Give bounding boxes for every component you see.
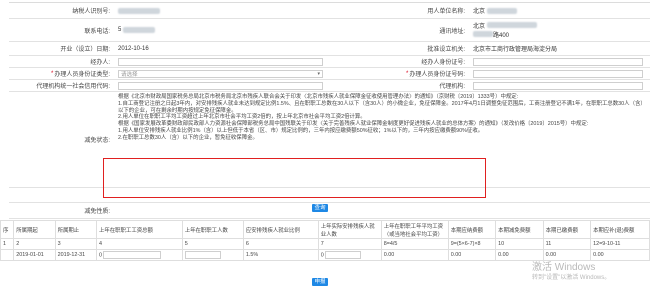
redacted-value — [473, 31, 493, 37]
taxpayer-id-value — [114, 3, 334, 18]
founded-label: 开业（设立）日期: — [60, 47, 110, 53]
phone-value: 5 — [114, 19, 334, 41]
handler-input[interactable] — [118, 57, 323, 66]
redacted-value — [487, 22, 538, 28]
agent-org-input[interactable] — [473, 81, 643, 90]
table-header: 应安排残疾人就业比例 — [242, 220, 319, 239]
form-row-handler: 经办人: 经办人身份证号: — [9, 56, 650, 68]
windows-activation-watermark: 激活 Windows 转到"设置"以激活 Windows。 — [532, 262, 611, 281]
address-label: 通讯地址: — [439, 28, 465, 35]
phone-label: 联系电话: — [84, 28, 110, 35]
table-header: 所属期止 — [54, 220, 97, 239]
table-header: 所属期起 — [13, 220, 56, 239]
chevron-down-icon: ▾ — [317, 70, 320, 77]
agent-credit-input[interactable] — [118, 81, 323, 90]
user-unit-name-value: 北京 — [469, 3, 650, 18]
approver-label: 批准设立机关: — [427, 47, 465, 53]
disabled-employee-input[interactable] — [325, 251, 362, 259]
highlight-box — [103, 158, 486, 198]
form-row-taxpayer-id: 纳税人识别号: 用人单位名称: 北京 — [9, 3, 650, 19]
redacted-value — [123, 27, 156, 33]
fee-table: 序 所属期起 所属期止 上年在职职工工资总额 上年在职职工人数 应安排残疾人就业… — [0, 220, 650, 261]
form-row-founded: 开业（设立）日期: 2012-10-16 批准设立机关: 北京市工商行政管理局海… — [9, 42, 650, 56]
table-header: 上年实际安排残疾人就业人数 — [317, 220, 382, 239]
redacted-value — [118, 7, 160, 14]
user-unit-name-label: 用人单位名称: — [427, 9, 465, 15]
reduction-nature-value — [114, 203, 650, 218]
handler-id-number-label: 办理人员身份证号码: — [334, 68, 469, 79]
table-header: 本期减免费额 — [495, 220, 544, 239]
table-header: 本期应补(退)费额 — [590, 220, 650, 239]
handler-id-type-select[interactable]: 请选择 ▾ — [118, 69, 323, 78]
period-end-cell: 2019-12-31 — [54, 249, 97, 261]
form-row-reduction-nature: 减免性质: — [9, 203, 650, 219]
reduction-status-label: 减免状态: — [84, 138, 110, 144]
query-button[interactable]: 查询 — [312, 204, 328, 212]
taxpayer-id-label: 纳税人识别号: — [72, 9, 110, 15]
reduction-policy-text: 根据《北京市财政局国家税务总局北京市税务局北京市残疾人联合会关于印发〈北京市残疾… — [118, 94, 646, 141]
founded-value: 2012-10-16 — [118, 45, 149, 52]
table-header-row: 序 所属期起 所属期止 上年在职职工工资总额 上年在职职工人数 应安排残疾人就业… — [0, 220, 650, 239]
reduction-nature-label: 减免性质: — [84, 209, 110, 215]
table-header: 上年在职职工人数 — [181, 220, 244, 239]
declare-button[interactable]: 申报 — [312, 278, 328, 286]
handler-id-type-label: 办理人员身份证类型: — [9, 68, 114, 79]
form-row-id-type: 办理人员身份证类型: 请选择 ▾ 办理人员身份证号码: — [9, 68, 650, 80]
table-header: 本期应纳费额 — [447, 220, 497, 239]
approver-value: 北京市工商行政管理局海淀分局 — [473, 47, 558, 53]
form-row-phone: 联系电话: 5 通讯地址: 北京 路400 — [9, 19, 650, 42]
handler-label: 经办人: — [90, 60, 110, 66]
table-row: 2019-01-01 2019-12-31 0 1.5% 0 0.00 0.00… — [0, 249, 650, 261]
table-row: 1 2 3 4 5 6 7 8=4/5 9=(5×6-7)×8 10 11 12… — [0, 238, 650, 250]
address-value: 北京 路400 — [469, 19, 650, 41]
table-header: 上年在职职工年平均工资（或当地社会平均工资） — [380, 220, 449, 239]
handler-id-label: 经办人身份证号: — [421, 60, 465, 66]
handler-id-number-input[interactable] — [473, 69, 643, 78]
table-header: 本期已缴费额 — [542, 220, 592, 239]
table-header: 上年在职职工工资总额 — [95, 220, 183, 239]
ratio-cell: 1.5% — [242, 249, 319, 261]
handler-id-input[interactable] — [473, 57, 643, 66]
period-start-cell: 2019-01-01 — [13, 249, 56, 261]
agent-credit-label: 代理机构统一社会信用代码: — [36, 84, 110, 90]
redacted-value — [487, 7, 518, 14]
wage-total-input[interactable] — [103, 251, 162, 259]
form-row-agent: 代理机构统一社会信用代码: 代理机构: — [9, 80, 650, 92]
agent-org-label: 代理机构: — [439, 84, 465, 90]
employee-count-input[interactable] — [184, 251, 221, 259]
table-header: 序 — [0, 220, 15, 239]
